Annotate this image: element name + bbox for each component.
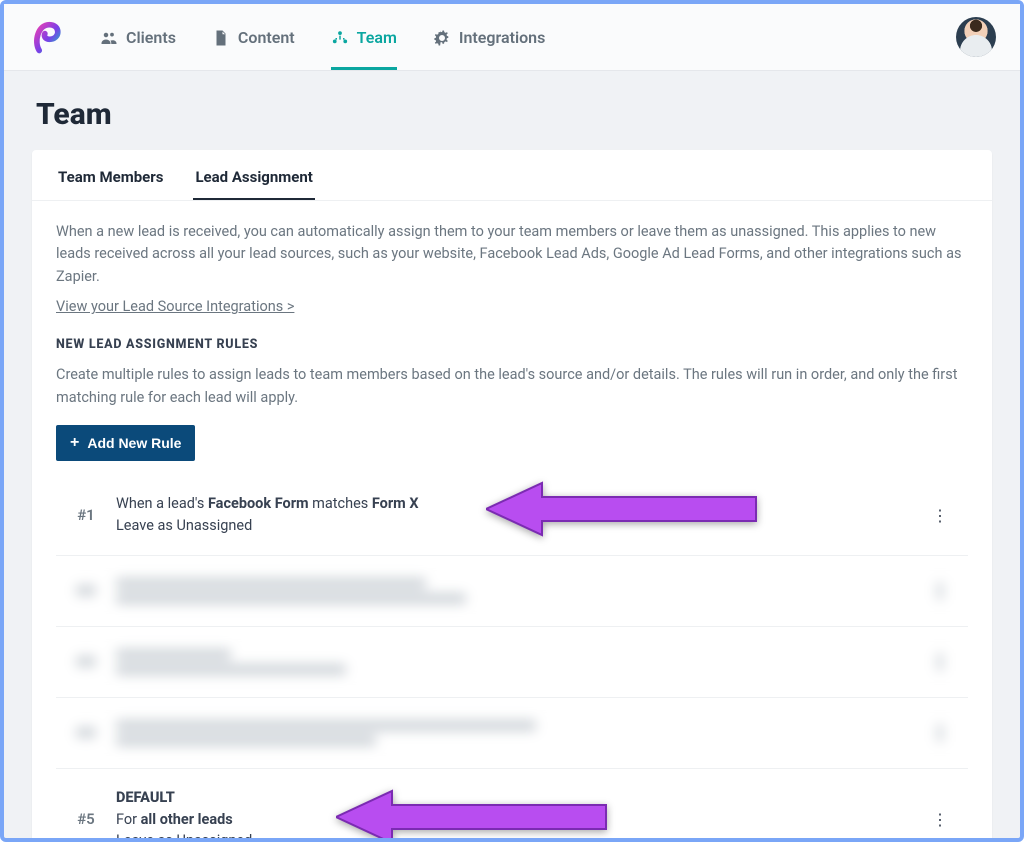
nav-clients[interactable]: Clients bbox=[100, 4, 176, 70]
view-lead-source-link[interactable]: View your Lead Source Integrations > bbox=[56, 298, 294, 315]
top-nav: Clients Content Team Integrations bbox=[4, 4, 1020, 71]
nav-team-label: Team bbox=[357, 28, 397, 47]
card: Team Members Lead Assignment When a new … bbox=[32, 150, 992, 838]
nav-integrations-label: Integrations bbox=[459, 28, 545, 47]
rule-5-action: Leave as Unassigned bbox=[116, 830, 928, 838]
rule-1-index: #1 bbox=[56, 506, 116, 524]
create-rules-text: Create multiple rules to assign leads to… bbox=[56, 364, 968, 409]
rule-1-body: When a lead's Facebook Form matches Form… bbox=[116, 493, 928, 537]
rule-row-5: #5 DEFAULT For all other leads Leave as … bbox=[56, 768, 968, 838]
plus-icon: + bbox=[70, 435, 79, 451]
gears-icon bbox=[433, 29, 451, 47]
nav-links: Clients Content Team Integrations bbox=[100, 4, 956, 70]
nav-integrations[interactable]: Integrations bbox=[433, 4, 545, 70]
app-logo bbox=[28, 19, 64, 55]
rule-1-menu[interactable]: ⋮ bbox=[928, 503, 952, 527]
rule-5-default-label: DEFAULT bbox=[116, 787, 928, 809]
rules-list: #1 When a lead's Facebook Form matches F… bbox=[56, 475, 968, 838]
nav-content[interactable]: Content bbox=[212, 4, 295, 70]
org-icon bbox=[331, 29, 349, 47]
avatar[interactable] bbox=[956, 17, 996, 57]
tab-content: When a new lead is received, you can aut… bbox=[32, 201, 992, 838]
rule-5-body: DEFAULT For all other leads Leave as Una… bbox=[116, 787, 928, 838]
page-body: Team Team Members Lead Assignment When a… bbox=[4, 71, 1020, 838]
page-title: Team bbox=[36, 97, 992, 132]
nav-team[interactable]: Team bbox=[331, 4, 397, 70]
add-new-rule-label: Add New Rule bbox=[87, 435, 181, 451]
file-icon bbox=[212, 29, 230, 47]
nav-content-label: Content bbox=[238, 28, 295, 47]
users-icon bbox=[100, 29, 118, 47]
rule-row-3-blurred bbox=[56, 626, 968, 697]
tab-team-members[interactable]: Team Members bbox=[56, 164, 165, 200]
rule-5-for: For all other leads bbox=[116, 809, 928, 831]
rule-5-menu[interactable]: ⋮ bbox=[928, 807, 952, 831]
tab-lead-assignment[interactable]: Lead Assignment bbox=[193, 164, 314, 200]
rule-5-index: #5 bbox=[56, 810, 116, 828]
rule-row-1: #1 When a lead's Facebook Form matches F… bbox=[56, 475, 968, 555]
rule-1-action: Leave as Unassigned bbox=[116, 515, 928, 537]
rule-1-condition: When a lead's Facebook Form matches Form… bbox=[116, 493, 928, 515]
rule-row-2-blurred bbox=[56, 555, 968, 626]
nav-clients-label: Clients bbox=[126, 28, 176, 47]
add-new-rule-button[interactable]: + Add New Rule bbox=[56, 425, 195, 461]
rules-section-label: NEW LEAD ASSIGNMENT RULES bbox=[56, 337, 968, 352]
rule-row-4-blurred bbox=[56, 697, 968, 768]
tabs: Team Members Lead Assignment bbox=[32, 150, 992, 201]
intro-text: When a new lead is received, you can aut… bbox=[56, 221, 968, 288]
